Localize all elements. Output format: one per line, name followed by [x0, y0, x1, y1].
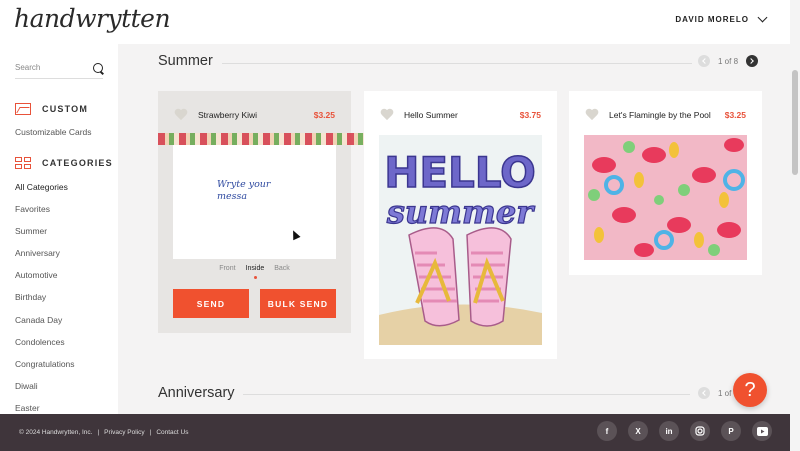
hello-summer-artwork[interactable]: HELLO summer	[379, 135, 542, 345]
tab-back[interactable]: Back	[274, 265, 290, 272]
user-menu[interactable]: DAVID MORELO	[675, 12, 768, 24]
custom-heading: CUSTOM	[15, 103, 88, 115]
pinterest-icon[interactable]: P	[721, 421, 741, 441]
user-name: DAVID MORELO	[675, 15, 749, 24]
chevron-down-icon	[757, 12, 768, 23]
mouse-cursor-icon	[289, 228, 301, 241]
help-button[interactable]: ?	[733, 373, 767, 407]
card-price: $3.25	[313, 110, 335, 120]
sidebar-item-anniversary[interactable]: Anniversary	[15, 248, 60, 258]
page-indicator: 1 of 8	[718, 56, 739, 66]
card-name: Hello Summer	[404, 110, 458, 120]
handwrytten-logo[interactable]: handwrytten	[14, 4, 171, 33]
search-input[interactable]: Search	[15, 57, 103, 79]
top-header: handwrytten DAVID MORELO	[0, 0, 790, 44]
art-hello-text: HELLO	[384, 148, 536, 197]
bulk-send-button[interactable]: BULK SEND	[260, 289, 336, 318]
favorite-heart-icon[interactable]	[585, 109, 599, 121]
help-icon: ?	[744, 378, 756, 401]
sidebar-item-automotive[interactable]: Automotive	[15, 270, 58, 280]
summer-pager: 1 of 8	[698, 55, 759, 67]
social-links: f X in P	[597, 421, 772, 441]
handwritten-message: Wryte your messa	[217, 179, 271, 202]
sidebar-item-summer[interactable]: Summer	[15, 226, 47, 236]
sidebar-item-easter[interactable]: Easter	[15, 403, 40, 413]
section-divider	[222, 63, 692, 64]
prev-page-button[interactable]	[698, 387, 710, 399]
active-view-indicator	[254, 276, 257, 279]
art-summer-text: summer	[386, 193, 535, 231]
footer: © 2024 Handwrytten, Inc. | Privacy Polic…	[0, 414, 790, 451]
page-scrollbar[interactable]	[790, 0, 800, 451]
copyright-text: © 2024 Handwrytten, Inc.	[19, 429, 93, 436]
linkedin-icon[interactable]: in	[659, 421, 679, 441]
favorite-heart-icon[interactable]	[380, 109, 394, 121]
categories-heading: CATEGORIES	[15, 157, 113, 169]
sidebar-item-diwali[interactable]: Diwali	[15, 381, 38, 391]
flamingle-artwork[interactable]	[584, 135, 747, 260]
next-page-button[interactable]	[746, 55, 759, 67]
search-placeholder: Search	[15, 63, 41, 72]
section-title-summer: Summer	[158, 53, 213, 69]
card-view-tabs: Front Inside Back	[158, 265, 351, 272]
sidebar: Search CUSTOM Customizable Cards CATEGOR…	[0, 44, 118, 414]
sidebar-item-congratulations[interactable]: Congratulations	[15, 359, 75, 369]
send-button[interactable]: SEND	[173, 289, 249, 318]
section-title-anniversary: Anniversary	[158, 385, 235, 401]
sidebar-item-birthday[interactable]: Birthday	[15, 292, 46, 302]
youtube-icon[interactable]	[752, 421, 772, 441]
section-divider	[243, 394, 690, 395]
scroll-thumb[interactable]	[792, 70, 798, 175]
sidebar-item-all-categories[interactable]: All Categories	[15, 182, 68, 192]
grid-icon	[15, 157, 31, 169]
anniversary-pager: 1 of	[698, 387, 731, 399]
tab-front[interactable]: Front	[219, 265, 235, 272]
favorite-heart-icon[interactable]	[174, 109, 188, 121]
search-icon[interactable]	[93, 62, 103, 73]
sidebar-item-condolences[interactable]: Condolences	[15, 337, 65, 347]
card-price: $3.25	[724, 110, 746, 120]
facebook-icon[interactable]: f	[597, 421, 617, 441]
card-name: Let's Flamingle by the Pool	[609, 110, 711, 120]
contact-us-link[interactable]: Contact Us	[156, 429, 188, 436]
instagram-icon[interactable]	[690, 421, 710, 441]
tab-inside[interactable]: Inside	[246, 265, 265, 272]
prev-page-button[interactable]	[698, 55, 710, 67]
sidebar-item-favorites[interactable]: Favorites	[15, 204, 50, 214]
card-cover-pattern	[158, 133, 379, 145]
privacy-policy-link[interactable]: Privacy Policy	[104, 429, 144, 436]
image-icon	[15, 103, 31, 115]
page-indicator: 1 of	[718, 388, 732, 398]
sidebar-item-canada-day[interactable]: Canada Day	[15, 315, 62, 325]
card-name: Strawberry Kiwi	[198, 110, 258, 120]
x-icon[interactable]: X	[628, 421, 648, 441]
sidebar-item-customizable-cards[interactable]: Customizable Cards	[15, 127, 92, 137]
card-price: $3.75	[519, 110, 541, 120]
card-inside-preview: Wryte your messa	[173, 145, 336, 259]
